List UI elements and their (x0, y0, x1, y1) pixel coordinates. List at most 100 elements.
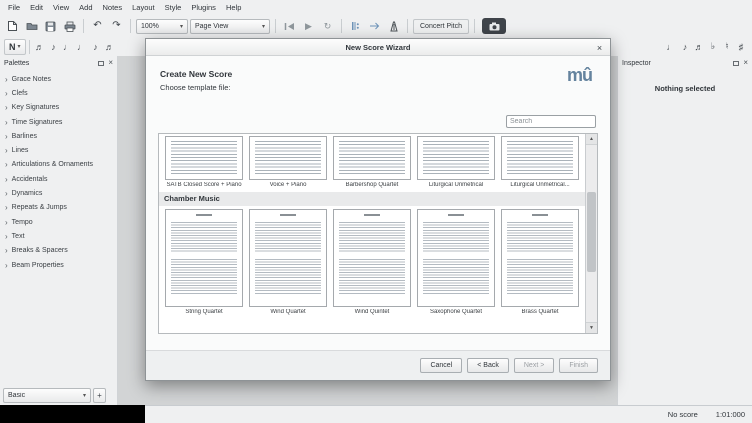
note-accidental-button[interactable]: ♩ (664, 38, 678, 55)
play-button[interactable]: ▶ (300, 18, 317, 35)
rewind-button[interactable] (281, 18, 298, 35)
play-repeats-button[interactable] (347, 18, 364, 35)
note-duration-buttons-left: ♬♪♩♩♪♬ (33, 38, 117, 55)
note-accidental-button[interactable]: ♭ (706, 38, 720, 55)
template-item[interactable]: Liturgical Unmetrical... (498, 136, 582, 188)
toolbar-separator (341, 19, 342, 33)
palette-item[interactable]: › Grace Notes (0, 72, 117, 86)
note-duration-button[interactable]: ♬ (33, 38, 47, 55)
main-toolbar: ↶ ↷ 100% ▾ Page View ▾ ▶ ↻ Concert Pitch (0, 15, 752, 37)
menu-item[interactable]: Notes (98, 0, 128, 15)
note-duration-button[interactable]: ♩ (61, 38, 75, 55)
palette-item[interactable]: › Accidentals (0, 172, 117, 186)
palette-item[interactable]: › Key Signatures (0, 101, 117, 115)
palette-item[interactable]: › Breaks & Spacers (0, 244, 117, 258)
template-search-input[interactable] (506, 115, 596, 128)
next-button[interactable]: Next > (514, 358, 554, 373)
palette-item[interactable]: › Dynamics (0, 186, 117, 200)
menu-item[interactable]: Layout (127, 0, 160, 15)
menu-item[interactable]: View (48, 0, 74, 15)
print-button[interactable] (61, 18, 78, 35)
template-label: Voice + Piano (249, 182, 327, 188)
palette-item-label: Repeats & Jumps (12, 204, 67, 211)
palette-item[interactable]: › Clefs (0, 86, 117, 100)
template-item[interactable]: String Quartet (162, 209, 246, 315)
menu-item[interactable]: Add (74, 0, 97, 15)
scroll-up-button[interactable]: ▲ (586, 134, 597, 145)
chevron-down-icon: ▾ (262, 23, 265, 30)
menu-item[interactable]: Plugins (186, 0, 221, 15)
chevron-right-icon: › (5, 218, 8, 227)
template-label: Saxophone Quartet (417, 309, 495, 315)
note-input-mode-button[interactable]: N ▾ (4, 39, 26, 55)
concert-pitch-toggle[interactable]: Concert Pitch (413, 19, 469, 34)
chevron-right-icon: › (5, 261, 8, 270)
undo-button[interactable]: ↶ (89, 18, 106, 35)
score-status-text: No score (668, 410, 698, 419)
menu-item[interactable]: File (3, 0, 25, 15)
navigator-panel (0, 405, 145, 423)
menu-item[interactable]: Style (160, 0, 187, 15)
menu-item[interactable]: Help (221, 0, 246, 15)
float-panel-icon[interactable] (733, 61, 739, 66)
note-input-label: N (9, 42, 16, 52)
note-accidental-button[interactable]: ♬ (692, 38, 706, 55)
metronome-button[interactable] (385, 18, 402, 35)
finish-button[interactable]: Finish (559, 358, 598, 373)
palette-item-label: Key Signatures (12, 104, 59, 111)
zoom-select[interactable]: 100% ▾ (136, 19, 188, 34)
palette-item[interactable]: › Repeats & Jumps (0, 201, 117, 215)
workspace-select[interactable]: Basic ▾ (3, 388, 91, 403)
image-capture-button[interactable] (482, 18, 506, 34)
template-item[interactable]: Brass Quartet (498, 209, 582, 315)
dialog-titlebar[interactable]: New Score Wizard × (146, 39, 610, 56)
template-item[interactable]: Saxophone Quartet (414, 209, 498, 315)
template-item[interactable]: Wind Quintet (330, 209, 414, 315)
cancel-button[interactable]: Cancel (420, 358, 462, 373)
template-thumbnail (165, 136, 243, 180)
chevron-right-icon: › (5, 75, 8, 84)
dialog-close-button[interactable]: × (593, 41, 606, 54)
note-duration-button[interactable]: ♩ (75, 38, 89, 55)
template-item[interactable]: SATB Closed Score + Piano (162, 136, 246, 188)
template-item[interactable]: Liturgical Unmetrical (414, 136, 498, 188)
palette-item[interactable]: › Lines (0, 143, 117, 157)
loop-playback-button[interactable]: ↻ (319, 18, 336, 35)
template-row-chamber: String Quartet Wind Quartet (159, 209, 585, 315)
add-workspace-button[interactable]: + (93, 388, 106, 403)
note-accidental-button[interactable]: ♪ (678, 38, 692, 55)
template-item[interactable]: Wind Quartet (246, 209, 330, 315)
note-accidental-button[interactable]: ♮ (720, 38, 734, 55)
float-panel-icon[interactable] (98, 61, 104, 66)
note-duration-button[interactable]: ♪ (47, 38, 61, 55)
inspector-header: Inspector × (618, 56, 752, 70)
template-thumbnail (249, 136, 327, 180)
view-mode-select[interactable]: Page View ▾ (190, 19, 270, 34)
template-item[interactable]: Barbershop Quartet (330, 136, 414, 188)
template-label: Wind Quartet (249, 309, 327, 315)
template-item[interactable]: Voice + Piano (246, 136, 330, 188)
palette-item[interactable]: › Time Signatures (0, 115, 117, 129)
palette-item[interactable]: › Beam Properties (0, 258, 117, 272)
open-button[interactable] (23, 18, 40, 35)
note-duration-button[interactable]: ♬ (103, 38, 117, 55)
palette-item[interactable]: › Text (0, 229, 117, 243)
scroll-down-button[interactable]: ▼ (586, 322, 597, 333)
note-accidental-button[interactable]: ♯ (734, 38, 748, 55)
template-scrollbar[interactable]: ▲ ▼ (585, 134, 597, 333)
new-score-button[interactable] (4, 18, 21, 35)
redo-button[interactable]: ↷ (108, 18, 125, 35)
note-duration-button[interactable]: ♪ (89, 38, 103, 55)
menu-item[interactable]: Edit (25, 0, 48, 15)
palette-item-label: Barlines (12, 133, 37, 140)
back-button[interactable]: < Back (467, 358, 509, 373)
scrollbar-thumb[interactable] (587, 192, 596, 272)
close-panel-icon[interactable]: × (108, 59, 113, 67)
palette-item[interactable]: › Tempo (0, 215, 117, 229)
save-button[interactable] (42, 18, 59, 35)
close-panel-icon[interactable]: × (743, 59, 748, 67)
zoom-value: 100% (141, 23, 175, 30)
pan-playback-button[interactable] (366, 18, 383, 35)
palette-item[interactable]: › Barlines (0, 129, 117, 143)
palette-item[interactable]: › Articulations & Ornaments (0, 158, 117, 172)
